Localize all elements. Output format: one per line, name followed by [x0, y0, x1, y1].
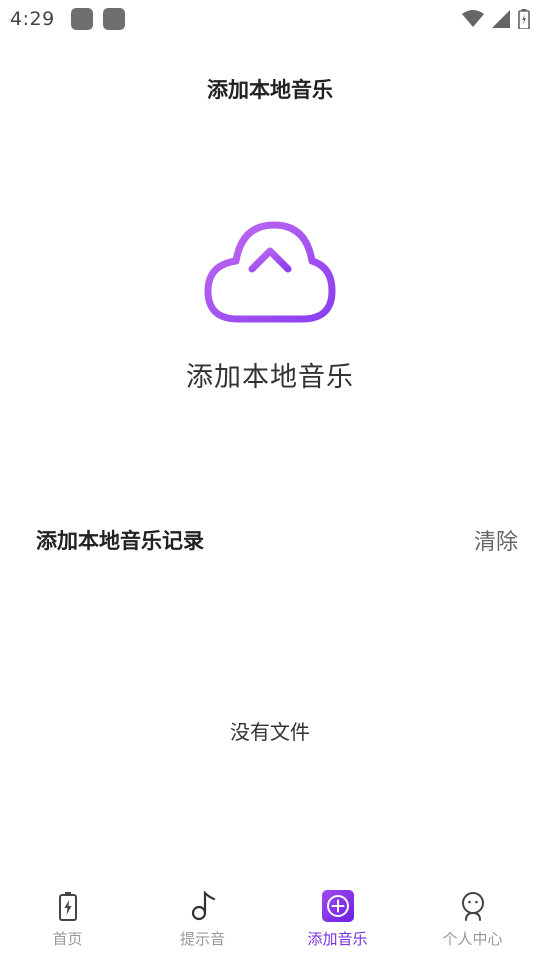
screen: 4:29 添加本地音乐 添加本地音乐 添加本地音乐记录 清除 没有文件 首页 提…: [0, 0, 540, 960]
nav-label: 添加音乐: [307, 930, 368, 948]
bottom-nav: 首页 提示音 添加音乐 个人中心: [0, 890, 540, 960]
signal-icon: [492, 10, 510, 28]
status-right: [462, 9, 530, 29]
status-bar: 4:29: [0, 0, 540, 38]
notification-icon: [70, 8, 93, 30]
page-title: 添加本地音乐: [207, 78, 333, 102]
upload-label: 添加本地音乐: [186, 362, 354, 393]
empty-list-message: 没有文件: [230, 720, 310, 744]
nav-item-ringtone[interactable]: 提示音: [135, 890, 270, 949]
nav-item-home[interactable]: 首页: [0, 890, 135, 949]
add-local-music-button[interactable]: 添加本地音乐: [150, 215, 390, 415]
records-title: 添加本地音乐记录: [36, 529, 204, 553]
clear-button[interactable]: 清除: [474, 524, 518, 556]
nav-label: 个人中心: [442, 930, 503, 948]
nav-item-profile[interactable]: 个人中心: [405, 890, 540, 949]
battery-status-icon: [518, 9, 530, 29]
status-left: 4:29: [10, 8, 125, 30]
records-header: 添加本地音乐记录 清除: [36, 524, 518, 556]
battery-icon: [52, 890, 84, 922]
nav-item-add-music[interactable]: 添加音乐: [270, 890, 405, 949]
person-icon: [457, 890, 489, 922]
add-circle-icon: [321, 890, 354, 922]
notification-icon: [102, 8, 125, 30]
nav-label: 提示音: [179, 930, 225, 948]
cloud-upload-icon: [204, 221, 336, 323]
status-time: 4:29: [10, 8, 55, 30]
nav-label: 首页: [52, 930, 83, 948]
notification-icons: [70, 8, 125, 30]
wifi-icon: [462, 10, 484, 27]
music-note-icon: [187, 890, 219, 922]
